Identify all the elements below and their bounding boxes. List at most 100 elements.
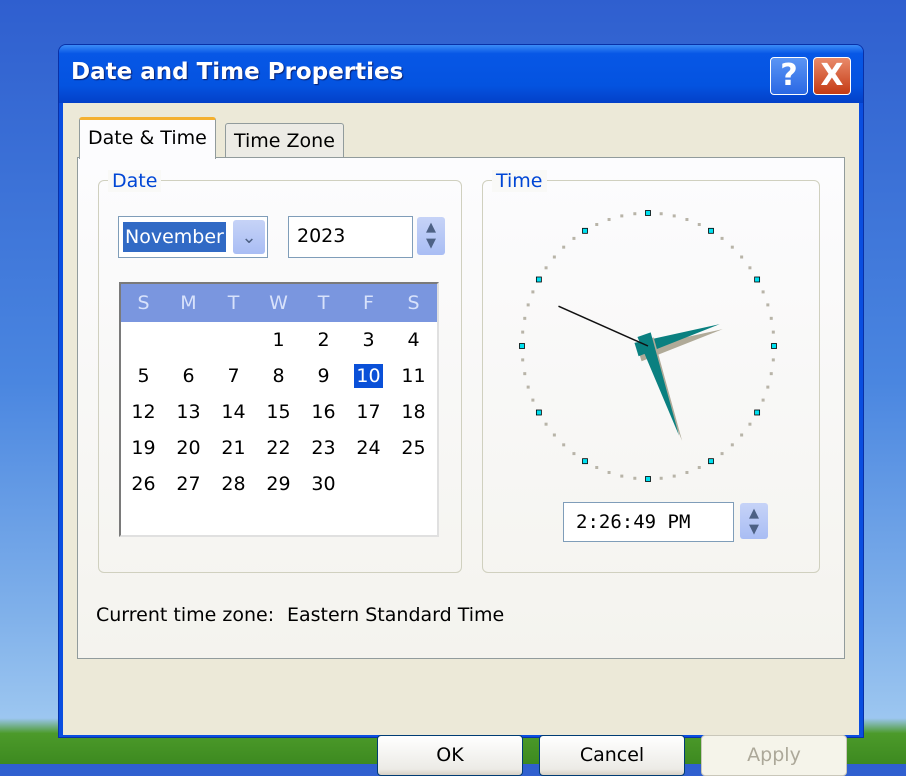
minute-marker <box>748 422 752 426</box>
day-number: 12 <box>131 401 156 423</box>
minute-marker <box>685 218 689 222</box>
day-number: 3 <box>362 329 375 351</box>
calendar-day[interactable]: 15 <box>256 394 301 430</box>
minute-marker <box>521 358 525 362</box>
second-hand <box>558 305 649 347</box>
day-number: 19 <box>131 437 156 459</box>
weekday-label: S <box>137 292 150 314</box>
tab-date-time[interactable]: Date & Time <box>79 117 216 159</box>
hour-marker <box>754 276 761 283</box>
cancel-button[interactable]: Cancel <box>539 735 685 776</box>
calendar-day[interactable]: 5 <box>121 358 166 394</box>
calendar-day[interactable]: 22 <box>256 430 301 466</box>
minute-marker <box>552 433 556 437</box>
minute-marker <box>730 443 734 447</box>
calendar-days: 1 2 3 4 5 6 7 8 9 10 11 12 13 14 15 16 17 18 19 20 21 22 23 24 2… <box>121 322 436 502</box>
minute-marker <box>720 236 724 240</box>
hour-marker <box>771 343 777 349</box>
calendar-day[interactable]: 24 <box>346 430 391 466</box>
calendar-day[interactable]: 23 <box>301 430 346 466</box>
calendar-day[interactable]: 19 <box>121 430 166 466</box>
minute-marker <box>523 316 527 320</box>
day-number: 14 <box>221 401 246 423</box>
calendar-day[interactable]: 25 <box>391 430 436 466</box>
apply-button[interactable]: Apply <box>701 735 847 776</box>
calendar-day[interactable]: 3 <box>346 322 391 358</box>
calendar-day[interactable]: 9 <box>301 358 346 394</box>
calendar-day[interactable]: 7 <box>211 358 256 394</box>
calendar-day[interactable]: 1 <box>256 322 301 358</box>
minute-marker <box>526 385 530 389</box>
close-button[interactable]: X <box>813 57 851 95</box>
day-number: 18 <box>401 401 426 423</box>
ok-button[interactable]: OK <box>377 735 523 776</box>
calendar-day[interactable]: 20 <box>166 430 211 466</box>
calendar-day[interactable]: 29 <box>256 466 301 502</box>
day-number: 28 <box>221 473 246 495</box>
month-dropdown[interactable]: November ⌄ <box>118 216 268 258</box>
calendar-day[interactable]: 2 <box>301 322 346 358</box>
tab-time-zone[interactable]: Time Zone <box>225 123 344 157</box>
minute-marker <box>572 452 576 456</box>
day-number: 10 <box>354 364 383 388</box>
calendar-day[interactable]: 14 <box>211 394 256 430</box>
hour-marker <box>754 409 761 416</box>
weekday-label: F <box>363 292 374 314</box>
calendar-day[interactable]: 28 <box>211 466 256 502</box>
minute-marker <box>595 222 599 226</box>
calendar-day[interactable]: 16 <box>301 394 346 430</box>
day-number: 26 <box>131 473 156 495</box>
minute-marker <box>572 236 576 240</box>
title-bar[interactable]: Date and Time Properties ? X <box>59 45 863 103</box>
calendar-day[interactable]: 27 <box>166 466 211 502</box>
calendar-day[interactable]: 12 <box>121 394 166 430</box>
help-button[interactable]: ? <box>770 57 808 95</box>
hour-marker <box>708 458 714 465</box>
calendar-day[interactable]: 8 <box>256 358 301 394</box>
chevron-down-icon[interactable]: ⌄ <box>233 220 265 254</box>
minute-marker <box>672 474 676 478</box>
day-number: 22 <box>266 437 291 459</box>
minute-marker <box>552 255 556 259</box>
calendar-day[interactable]: 21 <box>211 430 256 466</box>
hour-marker <box>645 210 651 216</box>
calendar-day[interactable]: 30 <box>301 466 346 502</box>
calendar: SMTWTFS 1 2 3 4 5 6 7 8 9 10 11 12 13 14 15 16 17 18 19 20 2… <box>119 282 439 537</box>
minute-marker <box>562 245 566 249</box>
month-value: November <box>123 222 226 252</box>
day-number: 21 <box>221 437 246 459</box>
minute-marker <box>526 303 530 307</box>
year-spinner[interactable]: ▲ ▼ <box>417 217 445 255</box>
hour-marker <box>519 343 525 349</box>
calendar-day[interactable]: 13 <box>166 394 211 430</box>
window-title: Date and Time Properties <box>71 59 404 85</box>
minute-marker <box>740 255 744 259</box>
time-spinner[interactable]: ▲ ▼ <box>740 503 768 539</box>
time-field[interactable]: 2:26:49 PM <box>563 502 734 542</box>
calendar-day[interactable]: 11 <box>391 358 436 394</box>
day-number: 6 <box>182 365 195 387</box>
weekday-label: S <box>407 292 420 314</box>
calendar-day[interactable]: 10 <box>346 358 391 394</box>
hour-marker <box>535 276 542 283</box>
minute-marker <box>620 474 624 478</box>
minute-marker <box>766 385 770 389</box>
day-number: 27 <box>176 473 201 495</box>
day-number: 4 <box>407 329 420 351</box>
day-number: 24 <box>356 437 381 459</box>
year-field[interactable]: 2023 <box>288 216 413 258</box>
minute-marker <box>544 266 548 270</box>
minute-marker <box>748 266 752 270</box>
calendar-day[interactable]: 18 <box>391 394 436 430</box>
minute-marker <box>769 316 773 320</box>
calendar-day[interactable]: 4 <box>391 322 436 358</box>
minute-marker <box>685 470 689 474</box>
calendar-day[interactable]: 6 <box>166 358 211 394</box>
calendar-day[interactable]: 26 <box>121 466 166 502</box>
minute-marker <box>769 372 773 376</box>
minute-marker <box>740 433 744 437</box>
calendar-day[interactable]: 17 <box>346 394 391 430</box>
day-number: 25 <box>401 437 426 459</box>
hour-marker <box>582 458 588 465</box>
hour-marker <box>582 227 588 234</box>
